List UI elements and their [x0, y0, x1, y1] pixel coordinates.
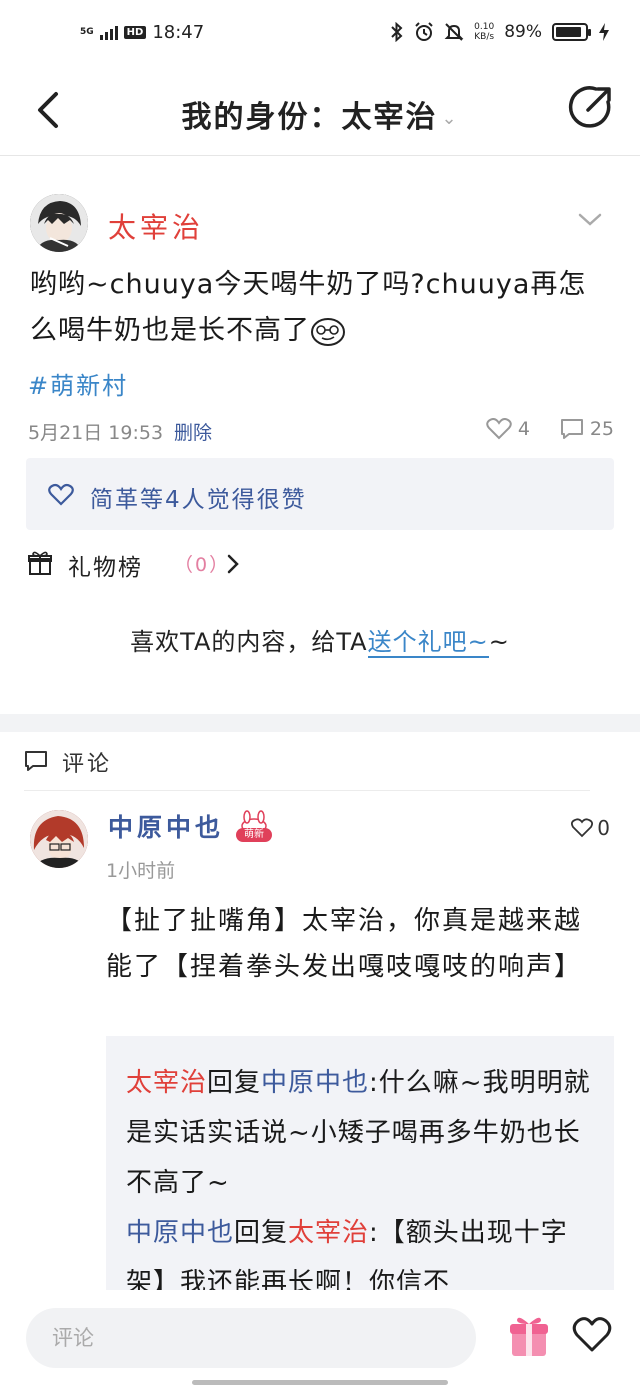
battery-icon	[552, 23, 591, 41]
comment-like-button[interactable]: 0	[571, 816, 610, 840]
reply-to[interactable]: 太宰治	[288, 1218, 369, 1248]
net-speed-value: 0.10	[474, 22, 495, 32]
avatar[interactable]	[30, 810, 88, 868]
network-type: 5G	[80, 27, 94, 37]
comment-like-count: 0	[597, 816, 610, 840]
reply-from[interactable]: 中原中也	[126, 1218, 234, 1248]
bluetooth-icon	[391, 22, 403, 42]
net-speed: 0.10 KB/s	[474, 22, 494, 42]
nav-bar: 我的身份：太宰治 ⌄	[0, 70, 640, 156]
like-button[interactable]	[572, 1316, 612, 1354]
gift-prompt: 喜欢TA的内容，给TA送个礼吧~~	[0, 622, 640, 658]
gift-ranking-label: 礼物榜	[68, 555, 143, 581]
send-gift-button[interactable]	[508, 1314, 550, 1358]
post-like-button[interactable]: 4	[486, 418, 530, 440]
net-speed-unit: KB/s	[474, 32, 495, 42]
status-bar: 5G HD 18:47 0.10 KB/s 89%	[0, 0, 640, 70]
heart-icon	[48, 483, 74, 506]
share-icon	[568, 86, 611, 128]
reply-word: 回复	[207, 1068, 262, 1098]
badge-label: 萌新	[236, 828, 272, 842]
battery-fill	[556, 27, 581, 37]
post-comment-button[interactable]: 25	[560, 418, 614, 440]
gift-icon	[28, 551, 52, 575]
status-left: 5G HD 18:47	[80, 22, 204, 43]
signal-icon	[99, 25, 118, 40]
heart-icon	[572, 1317, 612, 1352]
clock: 18:47	[152, 22, 205, 43]
post-meta: 5月21日 19:53 删除 4 25	[28, 418, 614, 446]
chevron-down-icon	[578, 213, 602, 226]
send-gift-link[interactable]: 送个礼吧~	[367, 628, 489, 658]
page-title: 我的身份：太宰治	[181, 100, 438, 135]
chevron-right-icon	[227, 554, 239, 574]
post-text: 哟哟~chuuya今天喝牛奶了吗?chuuya再怎么喝牛奶也是长不高了	[30, 269, 587, 346]
battery-percent: 89%	[504, 22, 542, 42]
heart-icon	[486, 418, 512, 440]
section-divider	[0, 714, 640, 732]
gift-count: （0）	[174, 554, 231, 576]
comment-time: 1小时前	[106, 860, 176, 882]
comments-title: 评论	[62, 752, 113, 777]
gift-prompt-suffix: ~	[488, 628, 510, 656]
liked-by-text: 简革等4人觉得很赞	[90, 487, 307, 513]
newbie-badge: 萌新	[232, 810, 276, 842]
reply-to[interactable]: 中原中也	[261, 1068, 369, 1098]
avatar[interactable]	[30, 194, 88, 252]
hd-icon: HD	[123, 26, 147, 39]
home-indicator[interactable]	[192, 1380, 448, 1385]
post-content: 哟哟~chuuya今天喝牛奶了吗?chuuya再怎么喝牛奶也是长不高了	[30, 262, 600, 354]
comment-icon	[560, 419, 583, 439]
gift-box-icon	[510, 1317, 548, 1356]
reply-item: 太宰治回复中原中也:什么嘛~我明明就是实话实话说~小矮子喝再多牛奶也长不高了~	[106, 1036, 614, 1208]
comment-text: 【扯了扯嘴角】太宰治，你真是越来越能了【捏着拳头发出嘎吱嘎吱的响声】	[106, 906, 583, 982]
post-more-button[interactable]	[578, 212, 602, 228]
reply-item: 中原中也回复太宰治:【额头出现十字架】我还能再长啊！你信不	[106, 1208, 614, 1290]
gift-ranking[interactable]: 礼物榜 （0）	[28, 548, 328, 584]
smirk-emoji-icon	[311, 317, 345, 346]
mute-icon	[444, 23, 464, 41]
heart-icon	[571, 818, 594, 838]
comment-author-name[interactable]: 中原中也	[108, 808, 224, 844]
charging-icon	[599, 23, 609, 41]
liked-by-box[interactable]: 简革等4人觉得很赞	[26, 458, 614, 530]
post-comment-count: 25	[589, 418, 614, 440]
identity-switcher[interactable]: 我的身份：太宰治 ⌄	[0, 92, 640, 136]
gift-prompt-text: 喜欢TA的内容，给TA	[130, 628, 368, 656]
delete-button[interactable]: 删除	[174, 418, 212, 445]
bottom-bar	[0, 1290, 640, 1387]
post-like-count: 4	[517, 418, 530, 440]
comment-input[interactable]	[26, 1308, 476, 1368]
share-button[interactable]	[568, 84, 614, 130]
comment-icon	[25, 751, 47, 771]
comments-header: 评论	[24, 744, 584, 780]
status-right: 0.10 KB/s 89%	[390, 22, 610, 42]
divider	[24, 790, 590, 791]
reply-word: 回复	[234, 1218, 289, 1248]
alarm-icon	[415, 22, 433, 41]
avatar-image	[30, 810, 88, 868]
reply-list[interactable]: 太宰治回复中原中也:什么嘛~我明明就是实话实话说~小矮子喝再多牛奶也长不高了~ …	[106, 1036, 614, 1290]
topic-tag[interactable]: #萌新村	[28, 366, 128, 401]
chevron-down-icon: ⌄	[441, 108, 459, 129]
post-date: 5月21日 19:53	[28, 422, 164, 444]
reply-from[interactable]: 太宰治	[126, 1068, 207, 1098]
avatar-image	[30, 194, 88, 252]
post-author-name[interactable]: 太宰治	[108, 206, 204, 246]
post-author-row: 太宰治	[30, 194, 610, 254]
